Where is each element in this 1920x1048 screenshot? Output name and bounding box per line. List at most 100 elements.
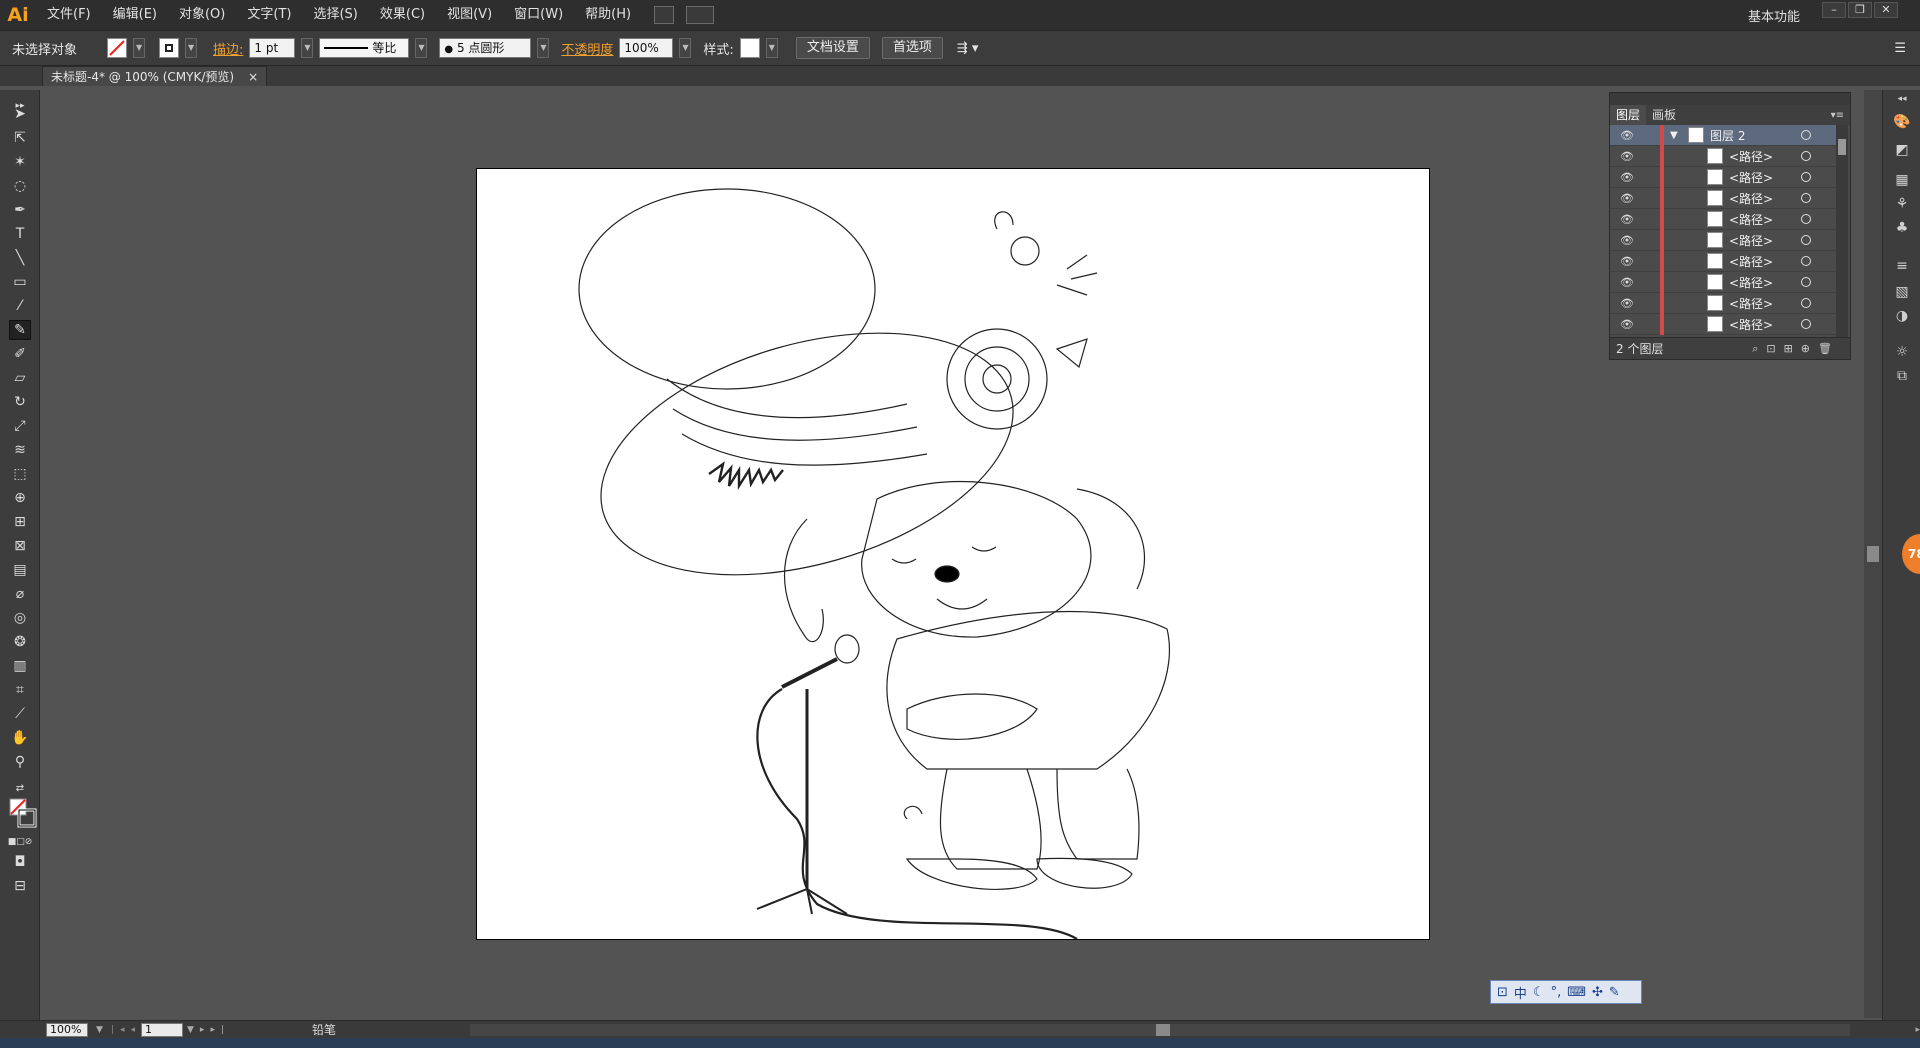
- prev-artboard-icons[interactable]: |◂◂: [111, 1025, 141, 1035]
- artboard-number-field[interactable]: 1: [141, 1022, 183, 1037]
- ime-moon-icon[interactable]: ☾: [1533, 985, 1545, 1000]
- menu-help[interactable]: 帮助(H): [574, 0, 642, 30]
- stroke-weight-dropdown[interactable]: ▼: [301, 38, 314, 58]
- target-circle-icon[interactable]: [1801, 151, 1811, 161]
- menu-effect[interactable]: 效果(C): [369, 0, 436, 30]
- swap-fill-stroke-icon[interactable]: ⇄: [9, 778, 31, 798]
- menu-type[interactable]: 文字(T): [236, 0, 302, 30]
- menu-edit[interactable]: 编辑(E): [102, 0, 168, 30]
- color-mode-icons[interactable]: ■□⊘: [8, 832, 33, 852]
- stroke-panel-icon[interactable]: ≡: [1892, 258, 1912, 276]
- visibility-eye-icon[interactable]: 👁: [1620, 171, 1634, 184]
- layer-row[interactable]: 👁 <路径>: [1610, 313, 1836, 335]
- ime-keyboard-icon[interactable]: ⌨: [1567, 985, 1586, 1000]
- visibility-eye-icon[interactable]: 👁: [1620, 276, 1634, 289]
- pen-tool-icon[interactable]: ✒: [9, 200, 31, 220]
- scale-tool-icon[interactable]: ⤢: [9, 416, 31, 436]
- symbol-sprayer-tool-icon[interactable]: ❂: [9, 632, 31, 652]
- visibility-eye-icon[interactable]: 👁: [1620, 297, 1634, 310]
- layers-scroll-thumb[interactable]: [1838, 139, 1846, 155]
- graphic-styles-panel-icon[interactable]: ⧉: [1892, 368, 1912, 386]
- target-circle-icon[interactable]: [1801, 235, 1811, 245]
- layers-scrollbar[interactable]: [1836, 125, 1848, 337]
- expand-triangle-icon[interactable]: ▼: [1670, 130, 1678, 141]
- pencil-tool-icon[interactable]: ✎: [9, 320, 31, 340]
- swatches-panel-icon[interactable]: ▦: [1892, 172, 1912, 190]
- path-name[interactable]: <路径>: [1729, 232, 1773, 249]
- blob-brush-tool-icon[interactable]: ✐: [9, 344, 31, 364]
- free-transform-tool-icon[interactable]: ⬚: [9, 464, 31, 484]
- stroke-profile-select[interactable]: 等比: [319, 38, 410, 58]
- layers-panel-titlebar[interactable]: [1610, 93, 1850, 105]
- tab-close-icon[interactable]: ×: [248, 70, 258, 84]
- next-artboard-icons[interactable]: ▼▸▸|: [187, 1025, 230, 1035]
- arrange-icon[interactable]: ⇶ ▾: [957, 41, 979, 56]
- restore-icon[interactable]: ❐: [1848, 2, 1872, 18]
- layer-row[interactable]: 👁 <路径>: [1610, 229, 1836, 251]
- rotate-tool-icon[interactable]: ↻: [9, 392, 31, 412]
- canvas-horizontal-scrollbar[interactable]: [470, 1024, 1850, 1036]
- close-icon[interactable]: ✕: [1874, 2, 1898, 18]
- visibility-eye-icon[interactable]: 👁: [1620, 234, 1634, 247]
- layer-row[interactable]: 👁 <路径>: [1610, 187, 1836, 209]
- preferences-button[interactable]: 首选项: [881, 37, 943, 59]
- appearance-panel-icon[interactable]: ☼: [1892, 344, 1912, 362]
- target-circle-icon[interactable]: [1801, 193, 1811, 203]
- lasso-tool-icon[interactable]: ◌: [9, 176, 31, 196]
- ime-mode[interactable]: 中: [1514, 983, 1527, 1002]
- layer-row[interactable]: 👁 <路径>: [1610, 292, 1836, 314]
- menu-view[interactable]: 视图(V): [436, 0, 503, 30]
- arrange-documents-button[interactable]: [686, 6, 715, 24]
- document-setup-button[interactable]: 文档设置: [795, 37, 870, 59]
- color-guide-icon[interactable]: ◩: [1892, 142, 1912, 160]
- fill-dropdown[interactable]: ▼: [133, 38, 146, 58]
- mesh-tool-icon[interactable]: ⊠: [9, 536, 31, 556]
- path-name[interactable]: <路径>: [1729, 274, 1773, 291]
- brushes-panel-icon[interactable]: ⚘: [1892, 196, 1912, 214]
- shape-builder-tool-icon[interactable]: ⊕: [9, 488, 31, 508]
- ime-punct-icon[interactable]: °,: [1551, 985, 1562, 1000]
- path-name[interactable]: <路径>: [1729, 148, 1773, 165]
- layer-row[interactable]: 👁 <路径>: [1610, 271, 1836, 293]
- gradient-tool-icon[interactable]: ▤: [9, 560, 31, 580]
- symbols-panel-icon[interactable]: ♣: [1892, 220, 1912, 238]
- horizontal-scroll-thumb[interactable]: [1156, 1024, 1170, 1036]
- panel-menu-icon[interactable]: ▾≡: [1831, 110, 1844, 121]
- layer-row[interactable]: 👁 <路径>: [1610, 166, 1836, 188]
- target-circle-icon[interactable]: [1801, 214, 1811, 224]
- path-name[interactable]: <路径>: [1729, 295, 1773, 312]
- visibility-eye-icon[interactable]: 👁: [1620, 150, 1634, 163]
- type-tool-icon[interactable]: T: [9, 224, 31, 244]
- status-menu-icon[interactable]: ▸: [1915, 1025, 1920, 1035]
- opacity-field[interactable]: 100%: [619, 38, 674, 58]
- opacity-label-link[interactable]: 不透明度: [561, 39, 613, 58]
- zoom-tool-icon[interactable]: ⚲: [9, 752, 31, 772]
- slice-tool-icon[interactable]: ⟋: [9, 704, 31, 724]
- eyedropper-tool-icon[interactable]: ⌀: [9, 584, 31, 604]
- tab-artboards[interactable]: 画板: [1646, 105, 1682, 125]
- magic-wand-tool-icon[interactable]: ✶: [9, 152, 31, 172]
- width-tool-icon[interactable]: ≋: [9, 440, 31, 460]
- visibility-eye-icon[interactable]: 👁: [1620, 318, 1634, 331]
- workspace-switcher[interactable]: 基本功能: [1748, 6, 1800, 25]
- menu-select[interactable]: 选择(S): [302, 0, 368, 30]
- tab-layers[interactable]: 图层: [1610, 105, 1647, 125]
- layer-row[interactable]: 👁 <路径>: [1610, 145, 1836, 167]
- stroke-dropdown[interactable]: ▼: [185, 38, 198, 58]
- target-circle-icon[interactable]: [1801, 256, 1811, 266]
- gradient-panel-icon[interactable]: ▧: [1892, 284, 1912, 302]
- layer-name[interactable]: 图层 2: [1710, 127, 1745, 144]
- graph-tool-icon[interactable]: ▥: [9, 656, 31, 676]
- stroke-label-link[interactable]: 描边:: [213, 39, 243, 58]
- screen-mode-icon[interactable]: ⊟: [9, 876, 31, 896]
- path-name[interactable]: <路径>: [1729, 211, 1773, 228]
- ime-toolbar[interactable]: ⊡ 中 ☾ °, ⌨ ✣ ✎: [1490, 980, 1642, 1004]
- layer-row[interactable]: 👁 <路径>: [1610, 250, 1836, 272]
- path-name[interactable]: <路径>: [1729, 316, 1773, 333]
- artboard[interactable]: [476, 168, 1430, 940]
- rectangle-tool-icon[interactable]: ▭: [9, 272, 31, 292]
- zoom-field[interactable]: 100%: [46, 1022, 88, 1037]
- zoom-dropdown[interactable]: ▼: [96, 1025, 103, 1035]
- visibility-eye-icon[interactable]: 👁: [1620, 255, 1634, 268]
- stroke-profile-dropdown[interactable]: ▼: [415, 38, 428, 58]
